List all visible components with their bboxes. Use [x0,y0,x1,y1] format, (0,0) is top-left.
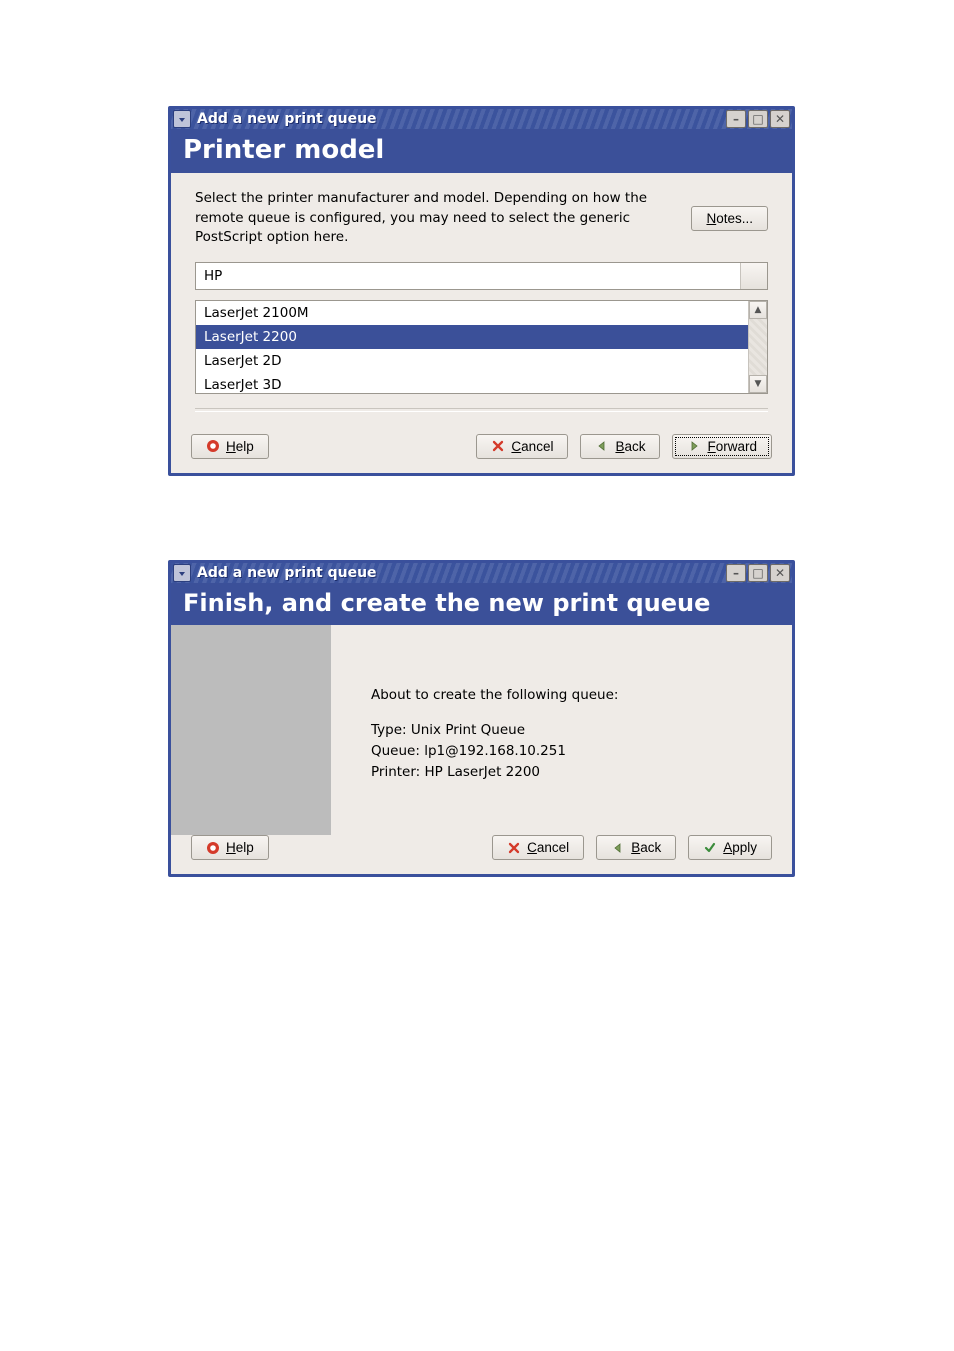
back-button[interactable]: Back [596,835,676,860]
notes-label-rest: otes... [716,211,753,226]
scroll-down-icon[interactable]: ▼ [749,375,767,393]
forward-button[interactable]: Forward [672,434,772,459]
help-button[interactable]: Help [191,835,269,860]
summary-printer: Printer: HP LaserJet 2200 [371,762,772,783]
button-bar: Help Cancel Back Apply [171,835,792,874]
wizard-image-panel [171,625,331,835]
help-label-rest: elp [236,439,254,454]
arrow-right-icon [687,439,701,453]
dialog-printer-model: Add a new print queue – □ ✕ Printer mode… [168,106,795,476]
list-item[interactable]: LaserJet 2200 [196,325,748,349]
titlebar[interactable]: Add a new print queue – □ ✕ [171,109,792,129]
dialog-finish-queue: Add a new print queue – □ ✕ Finish, and … [168,560,795,877]
cancel-label-rest: ancel [537,840,569,855]
chevron-down-icon [745,267,759,285]
titlebar[interactable]: Add a new print queue – □ ✕ [171,563,792,583]
back-label-rest: ack [640,840,661,855]
window-menu-icon[interactable] [173,564,191,582]
close-button[interactable]: ✕ [770,564,790,582]
close-button[interactable]: ✕ [770,110,790,128]
list-item[interactable]: LaserJet 2100M [196,301,748,325]
arrow-left-icon [595,439,609,453]
help-button[interactable]: Help [191,434,269,459]
instruction-text: Select the printer manufacturer and mode… [195,189,651,248]
scrollbar[interactable]: ▲ ▼ [748,301,767,393]
back-button[interactable]: Back [580,434,660,459]
apply-label-rest: pply [732,840,757,855]
help-icon [206,841,220,855]
notes-button[interactable]: Notes... [691,206,768,231]
help-icon [206,439,220,453]
cancel-button[interactable]: Cancel [476,434,568,459]
button-bar: Help Cancel Back Forward [171,434,792,473]
window-menu-icon[interactable] [173,110,191,128]
help-label-rest: elp [236,840,254,855]
cancel-label-rest: ancel [521,439,553,454]
summary-about: About to create the following queue: [371,685,772,706]
apply-button[interactable]: Apply [688,835,772,860]
content-area: About to create the following queue: Typ… [171,625,792,835]
forward-label-rest: orward [716,439,757,454]
minimize-button[interactable]: – [726,110,746,128]
scroll-up-icon[interactable]: ▲ [749,301,767,319]
cancel-button[interactable]: Cancel [492,835,584,860]
maximize-button[interactable]: □ [748,564,768,582]
maximize-button[interactable]: □ [748,110,768,128]
scroll-track[interactable] [749,319,767,375]
window-title: Add a new print queue [197,565,377,581]
arrow-left-icon [611,841,625,855]
window-title: Add a new print queue [197,111,377,127]
manufacturer-value: HP [204,268,222,284]
page-title: Finish, and create the new print queue [171,583,792,625]
summary-queue: Queue: lp1@192.168.10.251 [371,741,772,762]
separator [195,408,768,412]
page-title: Printer model [171,129,792,173]
list-item[interactable]: LaserJet 2D [196,349,748,373]
minimize-button[interactable]: – [726,564,746,582]
list-item[interactable]: LaserJet 3D [196,373,748,393]
content-area: Select the printer manufacturer and mode… [171,173,792,434]
manufacturer-combo[interactable]: HP [195,262,768,290]
close-icon [491,439,505,453]
model-listbox[interactable]: LaserJet 2100M LaserJet 2200 LaserJet 2D… [195,300,768,394]
back-label-rest: ack [624,439,645,454]
close-icon [507,841,521,855]
check-icon [703,841,717,855]
summary-type: Type: Unix Print Queue [371,720,772,741]
